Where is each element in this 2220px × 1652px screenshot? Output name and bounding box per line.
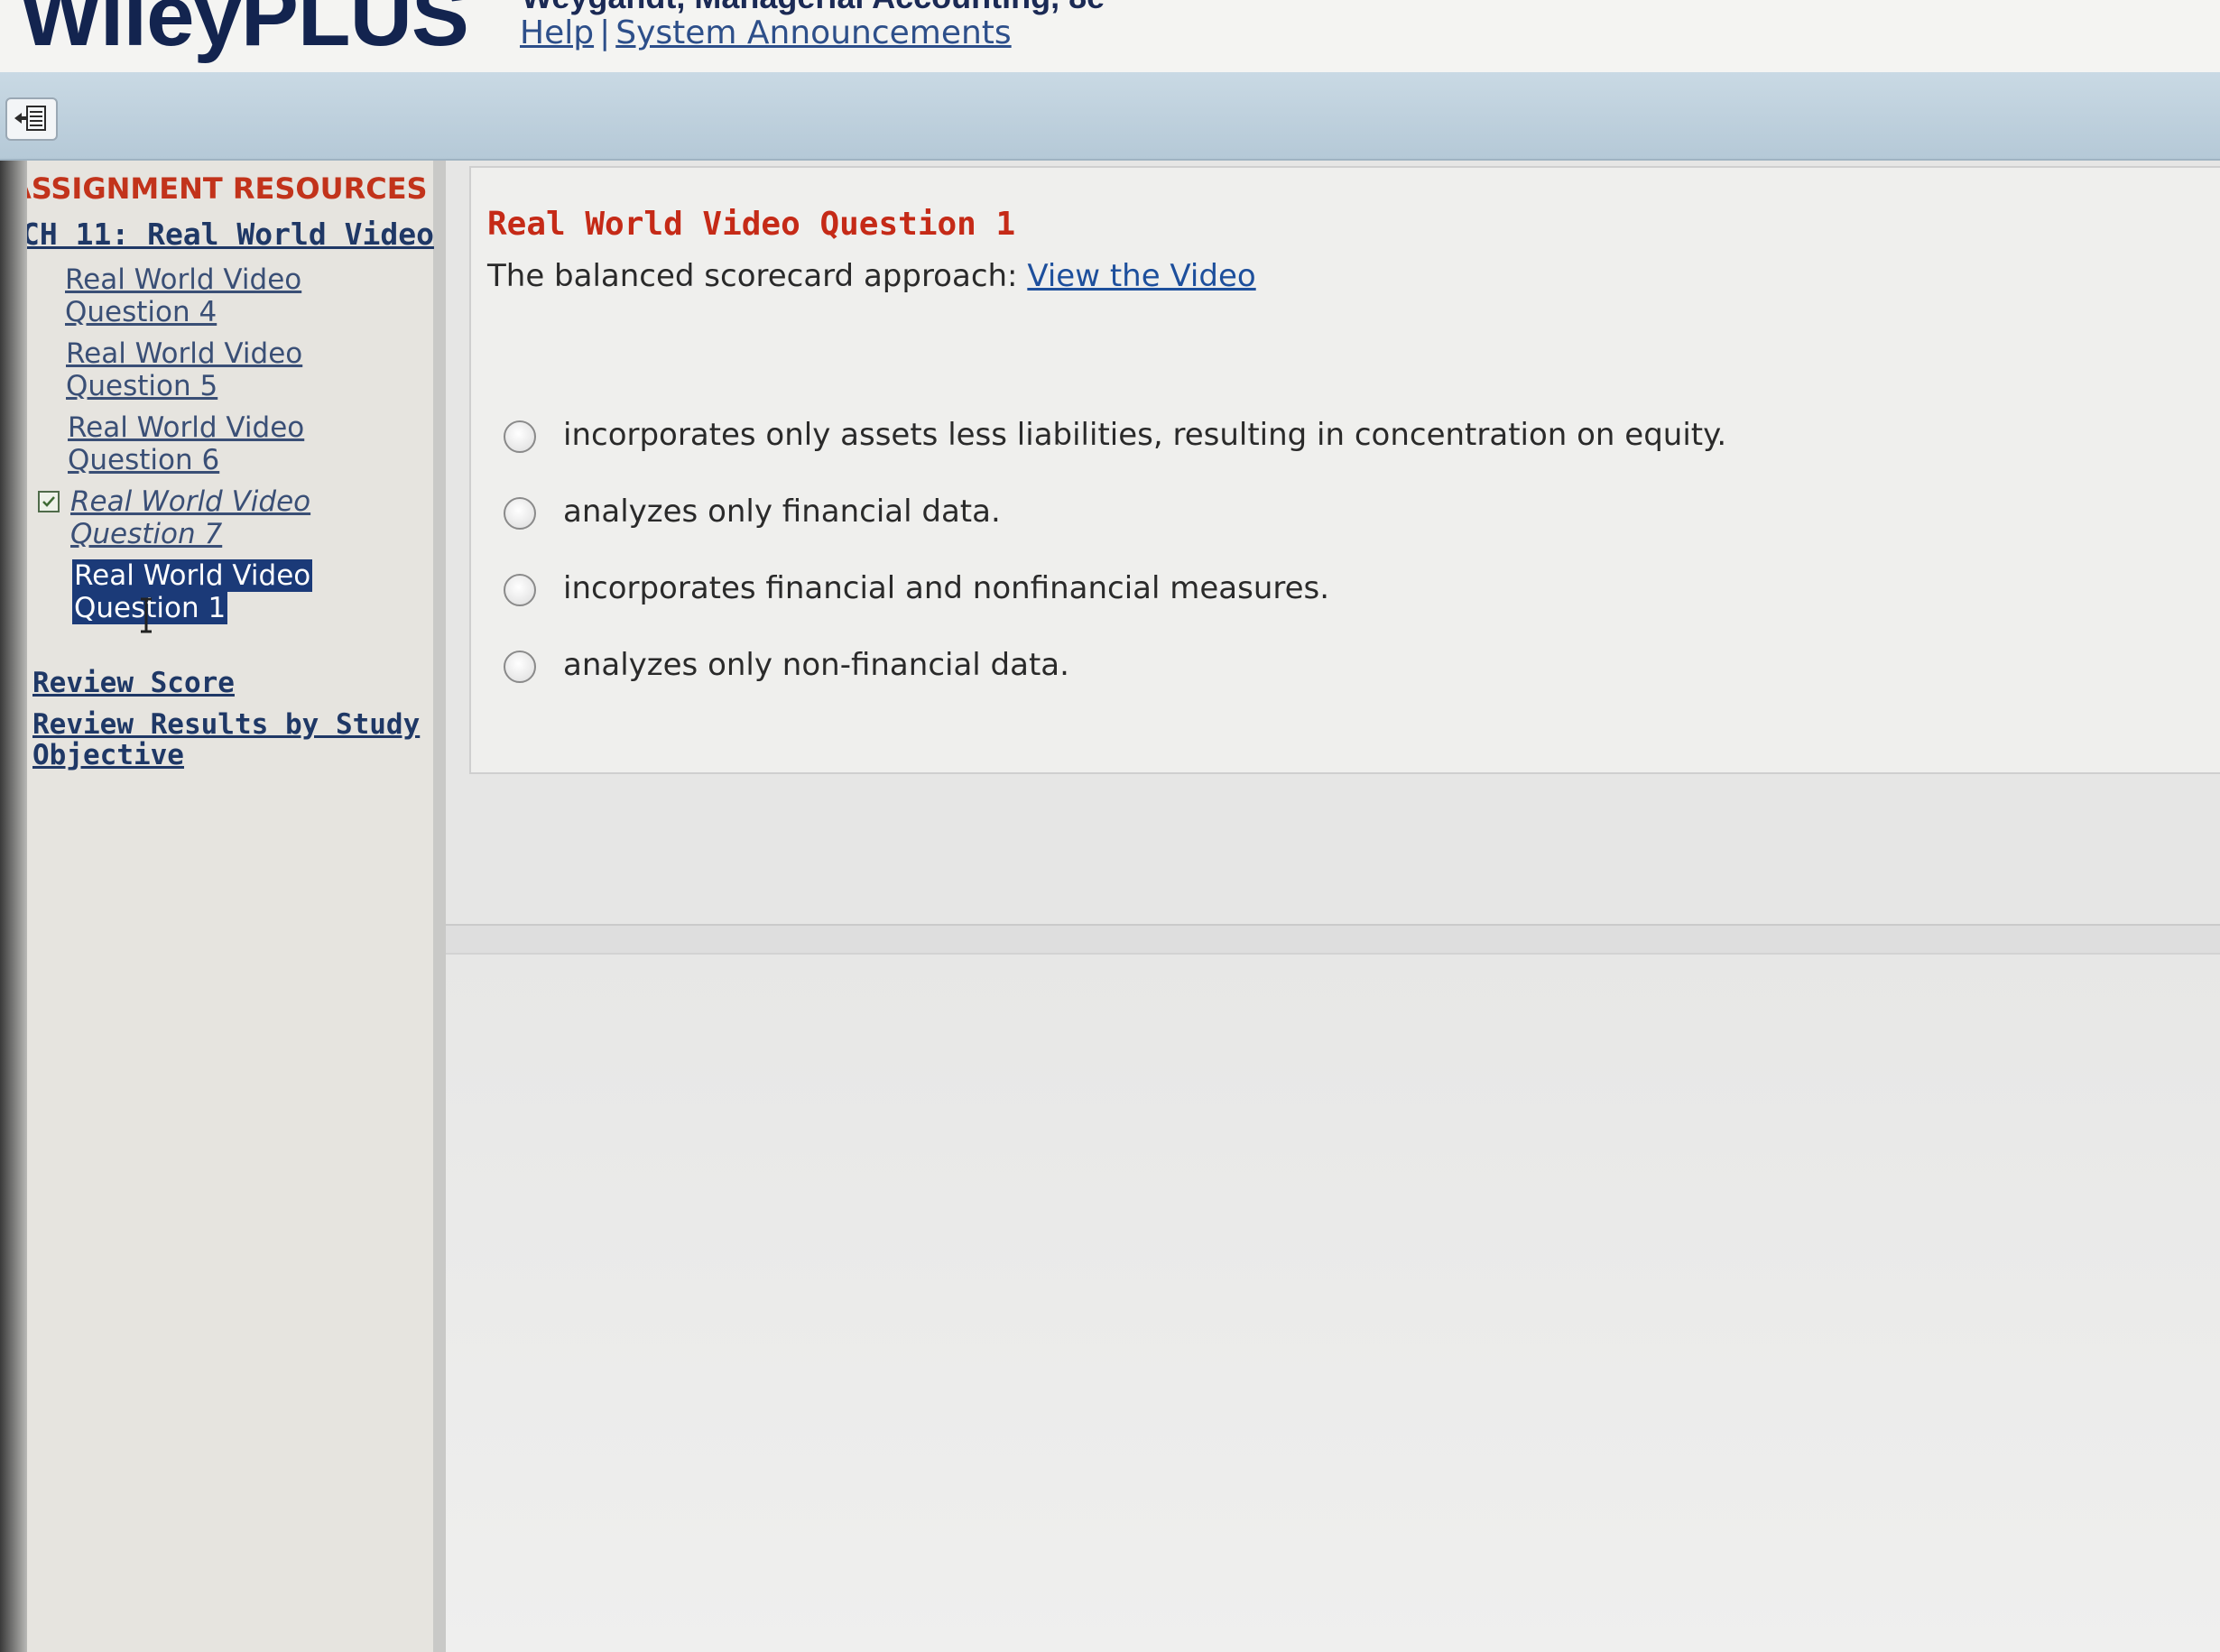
review-results-label-line2: Objective bbox=[32, 739, 184, 771]
wileyplus-logo: WileyPLUS bbox=[20, 0, 469, 64]
sidebar-item-label-line1: Real World Video bbox=[68, 411, 305, 444]
radio-button[interactable] bbox=[504, 420, 536, 453]
header-links: Help | System Announcements bbox=[520, 14, 1012, 51]
radio-button[interactable] bbox=[504, 497, 536, 530]
radio-button[interactable] bbox=[504, 651, 536, 683]
toolbar bbox=[0, 72, 2220, 161]
answer-option-label: analyzes only financial data. bbox=[563, 494, 1001, 530]
screen-edge-shadow bbox=[0, 161, 27, 1652]
review-score-link[interactable]: Review Score bbox=[32, 668, 421, 698]
sidebar-item-question-7[interactable]: Real World Video Question 7 bbox=[70, 485, 341, 550]
wileyplus-page: WileyPLUS Weygandt, Managerial Accountin… bbox=[0, 0, 2220, 1652]
answer-option-label: analyzes only non-financial data. bbox=[563, 647, 1069, 683]
help-link[interactable]: Help bbox=[520, 14, 594, 51]
header: WileyPLUS Weygandt, Managerial Accountin… bbox=[0, 0, 2220, 72]
sidebar-item-label-line2: Question 7 bbox=[70, 518, 223, 550]
sidebar-item-question-4[interactable]: Real World Video Question 4 bbox=[65, 263, 336, 328]
sidebar-item-label-line2: Question 4 bbox=[65, 296, 217, 328]
link-separator: | bbox=[599, 14, 611, 51]
empty-content-area bbox=[446, 955, 2220, 1652]
content-divider-band bbox=[446, 924, 2220, 955]
completed-check-icon bbox=[38, 491, 60, 512]
assignment-resources-heading: ASSIGNMENT RESOURCES bbox=[9, 171, 428, 206]
question-title: Real World Video Question 1 bbox=[487, 206, 1016, 243]
sidebar-item-label-line2: Question 5 bbox=[66, 370, 218, 402]
question-prompt: The balanced scorecard approach: View th… bbox=[487, 258, 1256, 294]
sidebar-item-question-5[interactable]: Real World Video Question 5 bbox=[66, 337, 337, 402]
answer-option-label: incorporates only assets less liabilitie… bbox=[563, 417, 1727, 453]
sidebar-item-label-line1: Real World Video bbox=[70, 485, 311, 518]
view-video-link[interactable]: View the Video bbox=[1027, 258, 1255, 294]
question-prompt-text: The balanced scorecard approach: bbox=[487, 258, 1018, 294]
question-panel: Real World Video Question 1 The balanced… bbox=[469, 166, 2220, 774]
review-results-label-line1: Review Results by Study bbox=[32, 708, 421, 741]
chapter-link[interactable]: CH 11: Real World Video bbox=[22, 217, 434, 252]
radio-button[interactable] bbox=[504, 574, 536, 606]
collapse-sidebar-icon bbox=[14, 106, 46, 131]
answer-option-label: incorporates financial and nonfinancial … bbox=[563, 570, 1330, 606]
text-cursor-icon bbox=[141, 597, 152, 633]
sidebar-item-question-1-selected[interactable]: Real World Video Question 1 bbox=[72, 559, 343, 624]
sidebar-item-label-line2: Question 6 bbox=[68, 444, 220, 476]
assignment-resources-sidebar: ASSIGNMENT RESOURCES CH 11: Real World V… bbox=[0, 161, 446, 1652]
sidebar-item-question-6[interactable]: Real World Video Question 6 bbox=[68, 411, 338, 476]
collapse-sidebar-button[interactable] bbox=[5, 97, 58, 141]
sidebar-item-label-line1: Real World Video bbox=[65, 263, 302, 296]
system-announcements-link[interactable]: System Announcements bbox=[615, 14, 1011, 51]
review-results-link[interactable]: Review Results by Study Objective bbox=[32, 709, 421, 771]
sidebar-item-label-line1: Real World Video bbox=[72, 559, 313, 592]
sidebar-item-label-line1: Real World Video bbox=[66, 337, 303, 370]
main-content: Real World Video Question 1 The balanced… bbox=[446, 161, 2220, 1652]
